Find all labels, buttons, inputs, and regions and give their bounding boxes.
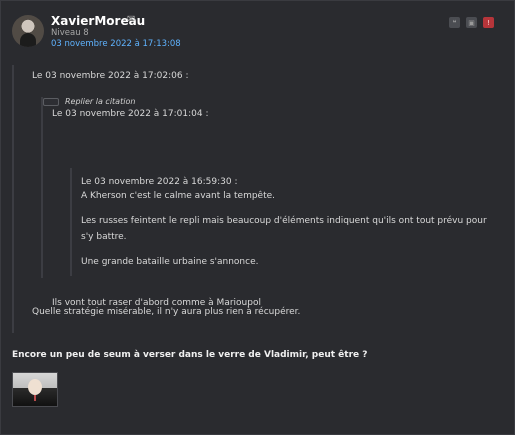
- quote-level-1-header: Le 03 novembre 2022 à 17:02:06 :: [32, 71, 189, 81]
- post-message: Encore un peu de seum à verser dans le v…: [12, 350, 368, 360]
- post-actions: ❝ ▣ !: [449, 17, 494, 28]
- quote-icon[interactable]: ❝: [449, 17, 460, 28]
- quote-line: Les russes feintent le repli mais beauco…: [81, 216, 487, 226]
- post-timestamp[interactable]: 03 novembre 2022 à 17:13:08: [51, 39, 181, 49]
- post-header: XavierMoreau ✉ Niveau 8 03 novembre 2022…: [12, 13, 504, 53]
- edit-icon[interactable]: ▣: [466, 17, 477, 28]
- quote-level-2-header: Le 03 novembre 2022 à 17:01:04 :: [52, 109, 209, 119]
- report-icon[interactable]: !: [483, 17, 494, 28]
- avatar[interactable]: [12, 15, 44, 47]
- mail-icon[interactable]: ✉: [127, 14, 135, 25]
- quote-level-1-text: Quelle stratégie misérable, il n'y aura …: [32, 307, 301, 317]
- quote-line: Une grande bataille urbaine s'annonce.: [81, 257, 259, 267]
- quote-line: s'y battre.: [81, 232, 127, 242]
- quote-line: A Kherson c'est le calme avant la tempêt…: [81, 191, 276, 201]
- quote-level-3: Le 03 novembre 2022 à 16:59:30 : A Khers…: [70, 168, 497, 276]
- quote-level-2: Le 03 novembre 2022 à 17:01:04 : Le 03 n…: [41, 97, 497, 308]
- post-image[interactable]: [12, 372, 58, 407]
- quote-level-1: Le 03 novembre 2022 à 17:02:06 : Replier…: [12, 65, 494, 333]
- user-level: Niveau 8: [51, 28, 89, 38]
- quote-level-3-header: Le 03 novembre 2022 à 16:59:30 :: [81, 177, 238, 187]
- forum-post: XavierMoreau ✉ Niveau 8 03 novembre 2022…: [0, 0, 515, 435]
